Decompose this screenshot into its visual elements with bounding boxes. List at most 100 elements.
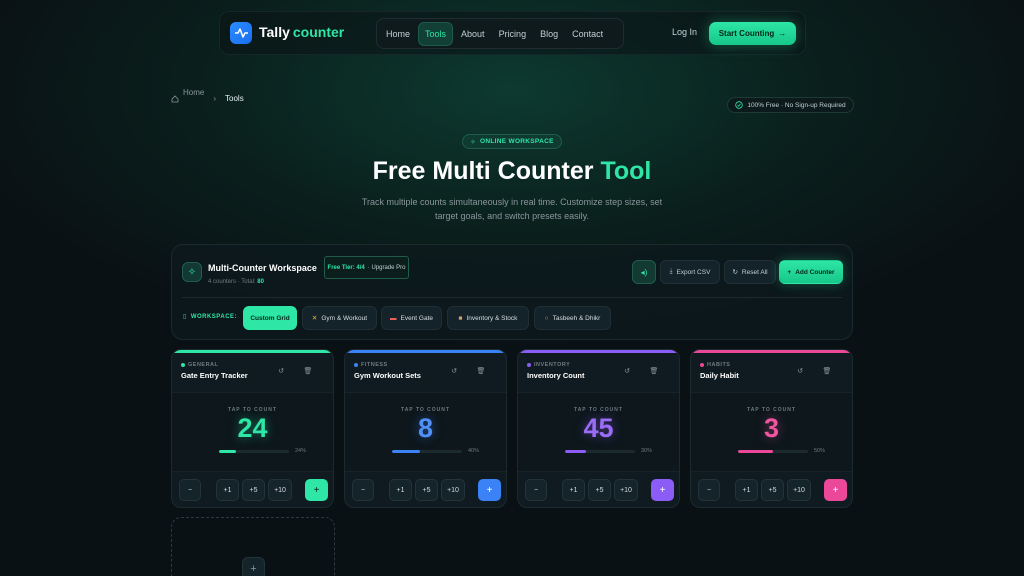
tier-text: Free Tier: 4/4	[327, 264, 365, 271]
increment-button[interactable]: +	[305, 479, 328, 501]
sparkle-icon: ✧	[470, 138, 477, 146]
beads-icon: ○	[544, 314, 549, 322]
preset-custom-grid[interactable]: Custom Grid	[243, 306, 297, 330]
brand-accent: counter	[292, 24, 345, 40]
card-category: FITNESS	[354, 362, 388, 368]
ticket-icon: ▬	[389, 314, 397, 322]
menu-item-about[interactable]: About	[455, 23, 491, 45]
progress-fill	[565, 450, 586, 453]
add-10-button[interactable]: +10	[268, 479, 292, 501]
new-counter-button[interactable]: +	[242, 557, 265, 576]
card-accent	[345, 350, 506, 353]
trash-icon[interactable]: 🗑	[822, 366, 832, 376]
tap-area[interactable]: TAP TO COUNT 24 24%	[172, 392, 333, 471]
dumbbell-icon: ✕	[311, 315, 318, 322]
pulse-icon	[230, 22, 252, 44]
page-title-main: Free Multi Counter	[372, 157, 594, 185]
trash-icon[interactable]: 🗑	[303, 366, 313, 376]
preset-label: Custom Grid	[250, 314, 290, 322]
preset-tasbeeh-dhikr[interactable]: ○ Tasbeeh & Dhikr	[534, 306, 611, 330]
breadcrumb-home[interactable]: Home	[183, 88, 204, 97]
add-5-button[interactable]: +5	[761, 479, 784, 501]
new-counter-card[interactable]: +	[171, 517, 335, 576]
progress-fill	[738, 450, 773, 453]
decrement-button[interactable]: −	[698, 479, 720, 501]
brand[interactable]: Tally counter	[230, 22, 344, 44]
preset-label: Event Gate	[400, 314, 434, 322]
add-10-button[interactable]: +10	[614, 479, 638, 501]
increment-button[interactable]: +	[478, 479, 501, 501]
brand-name: Tally	[259, 24, 290, 40]
progress-fill	[219, 450, 236, 453]
reset-icon[interactable]: ↺	[622, 366, 632, 376]
increment-button[interactable]: +	[824, 479, 847, 501]
add-1-button[interactable]: +1	[216, 479, 239, 501]
progress-percent: 50%	[814, 448, 826, 454]
add-5-button[interactable]: +5	[242, 479, 265, 501]
tap-area[interactable]: TAP TO COUNT 3 50%	[691, 392, 852, 471]
count-value: 8	[417, 413, 434, 443]
login-link[interactable]: Log In	[672, 27, 697, 37]
export-csv-label: Export CSV	[676, 268, 711, 276]
menu-item-home[interactable]: Home	[380, 23, 416, 45]
card-title: Inventory Count	[527, 371, 585, 380]
add-10-button[interactable]: +10	[787, 479, 811, 501]
reset-icon[interactable]: ↺	[276, 366, 286, 376]
card-title: Gate Entry Tracker	[181, 371, 248, 380]
preset-label: Gym & Workout	[321, 314, 368, 322]
sound-toggle-button[interactable]: ◂)	[632, 260, 656, 284]
preset-event-gate[interactable]: ▬ Event Gate	[381, 306, 442, 330]
reset-icon[interactable]: ↺	[449, 366, 459, 376]
progress-fill	[392, 450, 420, 453]
home-icon[interactable]	[171, 95, 179, 103]
menu-item-pricing[interactable]: Pricing	[493, 23, 533, 45]
preset-gym-workout[interactable]: ✕ Gym & Workout	[302, 306, 377, 330]
add-1-button[interactable]: +1	[562, 479, 585, 501]
sparkle-icon: ✧	[182, 262, 202, 282]
count-value: 45	[583, 413, 614, 443]
add-5-button[interactable]: +5	[588, 479, 611, 501]
plus-icon: +	[787, 268, 792, 276]
add-1-button[interactable]: +1	[735, 479, 758, 501]
card-category: INVENTORY	[527, 362, 570, 368]
export-csv-button[interactable]: ⤓ Export CSV	[660, 260, 720, 284]
workspace-panel: ✧ Multi-Counter Workspace Free Tier: 4/4…	[171, 244, 853, 340]
add-10-button[interactable]: +10	[441, 479, 465, 501]
card-accent	[518, 350, 679, 353]
menu-item-tools[interactable]: Tools	[418, 21, 454, 46]
add-counter-button[interactable]: + Add Counter	[779, 260, 843, 284]
card-title: Daily Habit	[700, 371, 739, 380]
upgrade-link[interactable]: · Upgrade Pro	[368, 265, 406, 271]
page-title: Free Multi Counter Tool	[0, 157, 1024, 186]
page-title-accent: Tool	[600, 157, 652, 185]
workspace-meta-text: 4 counters · Total:	[208, 279, 256, 285]
increment-button[interactable]: +	[651, 479, 674, 501]
tap-area[interactable]: TAP TO COUNT 8 40%	[345, 392, 506, 471]
online-workspace-badge: ✧ ONLINE WORKSPACE	[462, 134, 562, 149]
start-counting-button[interactable]: Start Counting →	[709, 22, 796, 45]
download-icon: ⤓	[669, 268, 673, 275]
tap-area[interactable]: TAP TO COUNT 45 30%	[518, 392, 679, 471]
preset-label: Tasbeeh & Dhikr	[552, 314, 601, 322]
decrement-button[interactable]: −	[525, 479, 547, 501]
preset-label: Inventory & Stock	[466, 314, 518, 322]
card-accent	[691, 350, 852, 353]
menu-item-contact[interactable]: Contact	[566, 23, 609, 45]
decrement-button[interactable]: −	[179, 479, 201, 501]
preset-inventory-stock[interactable]: ■ Inventory & Stock	[447, 306, 529, 330]
reset-icon[interactable]: ↺	[795, 366, 805, 376]
trash-icon[interactable]: 🗑	[649, 366, 659, 376]
decrement-button[interactable]: −	[352, 479, 374, 501]
card-controls: − +1 +5 +10 +	[172, 471, 333, 507]
add-5-button[interactable]: +5	[415, 479, 438, 501]
menu-item-blog[interactable]: Blog	[534, 23, 564, 45]
tier-badge[interactable]: Free Tier: 4/4 · Upgrade Pro	[324, 256, 409, 279]
chevron-right-icon: ›	[213, 94, 217, 103]
counter-card: INVENTORY Inventory Count ↺ 🗑 TAP TO COU…	[517, 349, 680, 508]
workspace-total: 80	[257, 279, 264, 285]
reset-all-button[interactable]: ↻ Reset All	[724, 260, 776, 284]
add-1-button[interactable]: +1	[389, 479, 412, 501]
progress-percent: 40%	[468, 448, 480, 454]
trash-icon[interactable]: 🗑	[476, 366, 486, 376]
main-menu: Home Tools About Pricing Blog Contact	[376, 18, 624, 49]
